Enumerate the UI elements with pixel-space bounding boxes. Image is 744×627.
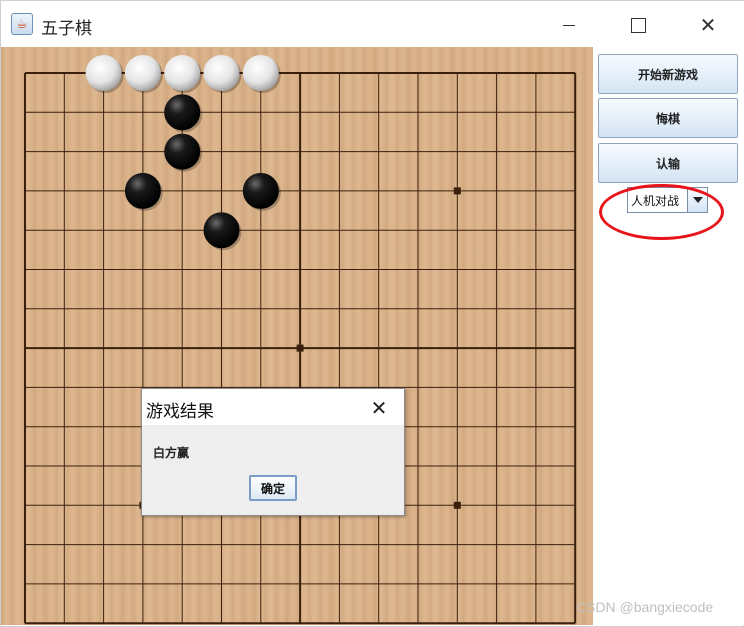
dialog-title: 游戏结果 — [146, 402, 214, 422]
maximize-icon — [630, 17, 646, 33]
black-stone — [203, 212, 240, 249]
window-title: 五子棋 — [41, 19, 92, 39]
black-stone — [124, 172, 161, 209]
black-stone — [164, 94, 201, 131]
result-message: 白方赢 — [153, 446, 190, 460]
white-stone — [124, 55, 161, 91]
star-point — [296, 344, 304, 352]
black-stone — [242, 172, 279, 209]
board-grid[interactable] — [1, 47, 593, 625]
dialog-body: 白方赢 确定 — [142, 425, 404, 515]
title-bar: ☕ 五子棋 ✕ — [1, 1, 744, 47]
java-cup-icon: ☕ — [11, 13, 33, 35]
dialog-title-bar: 游戏结果 ✕ — [142, 389, 404, 425]
white-stone — [164, 55, 201, 91]
app-window: ☕ 五子棋 ✕ 开始新游戏 悔棋 认输 人机对战 游戏结果 ✕ 白方赢 确定 C… — [0, 0, 744, 627]
watermark-text: CSDN @bangxiecode — [576, 599, 714, 615]
highlight-annotation-circle — [599, 184, 724, 240]
game-result-dialog: 游戏结果 ✕ 白方赢 确定 — [141, 388, 405, 516]
close-icon: ✕ — [699, 13, 717, 37]
white-stone — [242, 55, 279, 91]
dialog-close-button[interactable]: ✕ — [368, 396, 390, 420]
maximize-button[interactable] — [615, 9, 661, 41]
star-point — [453, 501, 461, 509]
control-panel: 开始新游戏 悔棋 认输 人机对战 — [593, 47, 744, 625]
new-game-button[interactable]: 开始新游戏 — [598, 54, 738, 94]
close-button[interactable]: ✕ — [685, 9, 731, 41]
minimize-button[interactable] — [546, 9, 592, 41]
black-stone — [164, 133, 201, 170]
resign-button[interactable]: 认输 — [598, 143, 738, 183]
undo-button[interactable]: 悔棋 — [598, 98, 738, 138]
gomoku-board[interactable] — [1, 47, 593, 625]
minimize-icon — [563, 24, 575, 26]
white-stone — [85, 55, 122, 91]
white-stone — [203, 55, 240, 91]
ok-button[interactable]: 确定 — [249, 475, 297, 501]
close-icon: ✕ — [370, 396, 388, 420]
star-point — [453, 187, 461, 195]
